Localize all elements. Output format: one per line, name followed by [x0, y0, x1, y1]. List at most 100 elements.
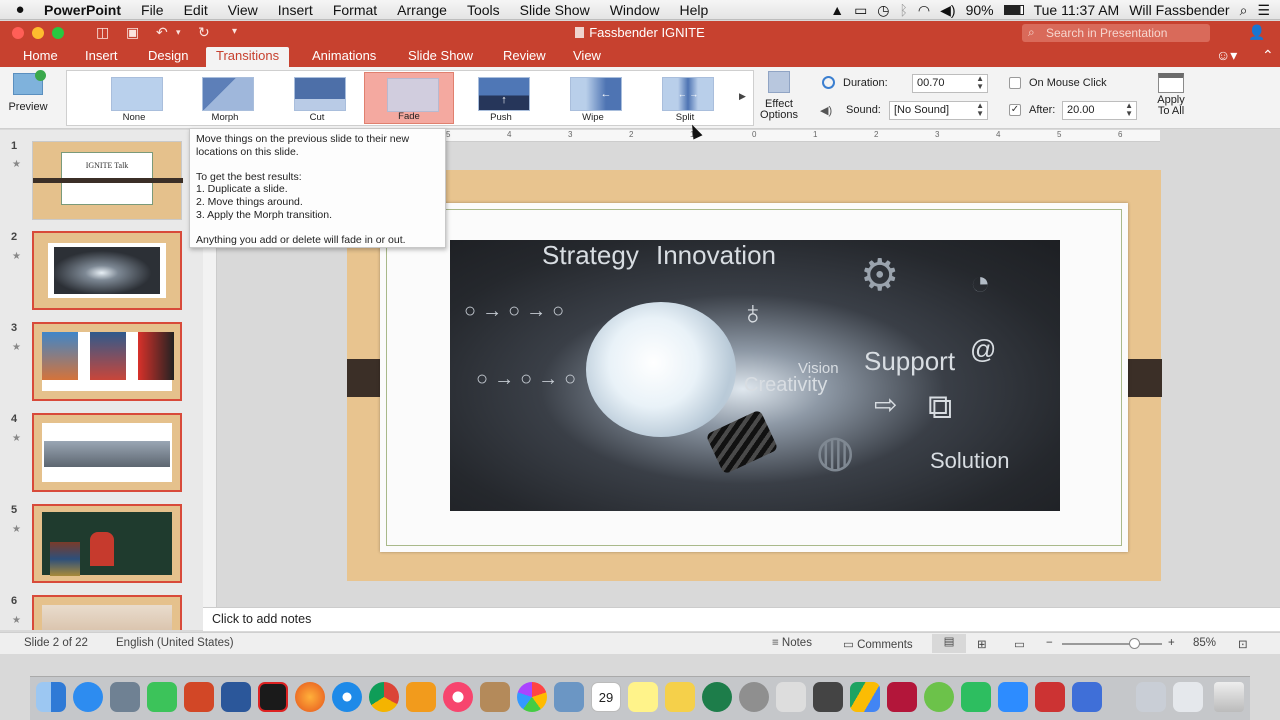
- preview-button[interactable]: Preview: [6, 70, 50, 113]
- notification-center-icon[interactable]: ☰: [1257, 2, 1270, 19]
- downloads-stack-icon[interactable]: [1136, 682, 1166, 712]
- time-machine-icon[interactable]: ◷: [877, 2, 889, 19]
- tab-design[interactable]: Design: [138, 45, 198, 67]
- transition-wipe[interactable]: ← Wipe: [548, 72, 638, 124]
- on-mouse-click-checkbox[interactable]: [1009, 77, 1021, 89]
- preview-app-icon[interactable]: [554, 682, 584, 712]
- notes-folder-icon[interactable]: [665, 682, 695, 712]
- calendar-icon[interactable]: 29: [591, 682, 621, 712]
- menu-help[interactable]: Help: [670, 2, 719, 18]
- tab-transitions[interactable]: Transitions: [206, 47, 290, 67]
- slide-thumbnail-1[interactable]: IGNITE Talk: [32, 141, 183, 220]
- tab-home[interactable]: Home: [13, 45, 68, 67]
- slide-image-lightbulb[interactable]: Strategy Innovation Vision Creativity Su…: [450, 240, 1060, 511]
- utility-icon[interactable]: [776, 682, 806, 712]
- tab-insert[interactable]: Insert: [75, 45, 128, 67]
- zoom-slider[interactable]: [1062, 638, 1162, 649]
- apple-menu-icon[interactable]: ●: [0, 1, 40, 18]
- comments-toggle-button[interactable]: ▭ Comments: [843, 637, 913, 651]
- user-name[interactable]: Will Fassbender: [1129, 2, 1229, 18]
- sound-select[interactable]: [No Sound] ▲ ▼: [889, 101, 988, 120]
- notes-toggle-button[interactable]: ≡ Notes: [772, 637, 812, 649]
- firefox-icon[interactable]: [295, 682, 325, 712]
- transition-push[interactable]: ↑ Push: [456, 72, 546, 124]
- bluetooth-icon[interactable]: ᛒ: [900, 2, 908, 18]
- search-presentation-input[interactable]: ⌕ Search in Presentation: [1022, 24, 1210, 42]
- tab-review[interactable]: Review: [493, 45, 556, 67]
- fit-to-window-icon[interactable]: ⊡: [1238, 637, 1248, 651]
- transition-split[interactable]: ← → Split: [640, 72, 730, 124]
- menu-arrange[interactable]: Arrange: [387, 2, 457, 18]
- zoom-level[interactable]: 85%: [1193, 637, 1216, 649]
- slide-sorter-view-button[interactable]: ⊞: [977, 637, 987, 651]
- app-icon[interactable]: [1035, 682, 1065, 712]
- duration-stepper-icon[interactable]: ▲ ▼: [976, 75, 984, 91]
- photos-icon[interactable]: [517, 682, 547, 712]
- tab-animations[interactable]: Animations: [302, 45, 386, 67]
- battery-percent[interactable]: 90%: [966, 2, 994, 18]
- photo-browser-icon[interactable]: [110, 682, 140, 712]
- system-preferences-icon[interactable]: [739, 682, 769, 712]
- transition-fade[interactable]: Fade: [364, 72, 454, 124]
- ibooks-icon[interactable]: [406, 682, 436, 712]
- spotlight-icon[interactable]: ⌕: [1240, 2, 1248, 19]
- notes-app-icon[interactable]: [480, 682, 510, 712]
- slide-thumbnail-4[interactable]: [32, 413, 182, 492]
- tab-slide-show[interactable]: Slide Show: [398, 45, 483, 67]
- slide-thumbnail-3[interactable]: [32, 322, 182, 401]
- menu-view[interactable]: View: [218, 2, 268, 18]
- menu-edit[interactable]: Edit: [174, 2, 218, 18]
- documents-stack-icon[interactable]: [1173, 682, 1203, 712]
- app-store-icon[interactable]: [73, 682, 103, 712]
- language-indicator[interactable]: English (United States): [116, 637, 234, 649]
- menu-window[interactable]: Window: [600, 2, 670, 18]
- menu-format[interactable]: Format: [323, 2, 387, 18]
- evernote-icon[interactable]: [961, 682, 991, 712]
- collapse-ribbon-icon[interactable]: ⌃: [1252, 45, 1280, 67]
- slide-thumbnail-6[interactable]: [32, 595, 182, 630]
- stickies-icon[interactable]: [628, 682, 658, 712]
- transition-cut[interactable]: Cut: [272, 72, 362, 124]
- itunes-icon[interactable]: [443, 682, 473, 712]
- messages-icon[interactable]: [147, 682, 177, 712]
- menu-insert[interactable]: Insert: [268, 2, 323, 18]
- app-icon[interactable]: [1072, 682, 1102, 712]
- powerpoint-icon[interactable]: [184, 682, 214, 712]
- menu-file[interactable]: File: [131, 2, 174, 18]
- share-icon[interactable]: 👤: [1248, 24, 1265, 41]
- trash-icon[interactable]: [1214, 682, 1244, 712]
- notes-pane[interactable]: Click to add notes: [203, 607, 1280, 631]
- transition-morph[interactable]: Morph: [180, 72, 270, 124]
- gallery-scroll-right-icon[interactable]: ▶: [739, 91, 746, 102]
- chrome-icon[interactable]: [369, 682, 399, 712]
- zoom-in-button[interactable]: +: [1168, 637, 1175, 649]
- zoom-out-button[interactable]: −: [1046, 637, 1053, 649]
- time-machine-dock-icon[interactable]: [702, 682, 732, 712]
- vpn-icon[interactable]: ▲: [830, 2, 844, 18]
- menu-tools[interactable]: Tools: [457, 2, 510, 18]
- zoom-slider-thumb[interactable]: [1128, 638, 1140, 649]
- battery-icon[interactable]: [1003, 5, 1024, 15]
- camera-app-icon[interactable]: [813, 682, 843, 712]
- finder-icon[interactable]: [36, 682, 66, 712]
- safari-icon[interactable]: [332, 682, 362, 712]
- presenter-view-button[interactable]: ▭: [1014, 637, 1025, 651]
- clock[interactable]: Tue 11:37 AM: [1034, 2, 1120, 18]
- tab-view[interactable]: View: [563, 45, 611, 67]
- word-icon[interactable]: [221, 682, 251, 712]
- acrobat-icon[interactable]: [258, 682, 288, 712]
- menu-app-name[interactable]: PowerPoint: [40, 2, 131, 18]
- zoom-app-icon[interactable]: [998, 682, 1028, 712]
- slide-thumbnail-5[interactable]: [32, 504, 182, 583]
- after-checkbox[interactable]: ✓: [1009, 104, 1021, 116]
- menu-slide-show[interactable]: Slide Show: [510, 2, 600, 18]
- apply-to-all-button[interactable]: Apply To All: [1150, 73, 1192, 117]
- transition-none[interactable]: None: [89, 72, 179, 124]
- google-drive-icon[interactable]: [850, 682, 880, 712]
- normal-view-button[interactable]: ▤: [932, 634, 966, 653]
- wifi-icon[interactable]: ◠: [918, 2, 930, 19]
- volume-icon[interactable]: ◀): [940, 2, 955, 19]
- slide-thumbnail-2[interactable]: [32, 231, 182, 310]
- feedback-smiley-icon[interactable]: ☺▾: [1206, 45, 1247, 67]
- app-icon[interactable]: [924, 682, 954, 712]
